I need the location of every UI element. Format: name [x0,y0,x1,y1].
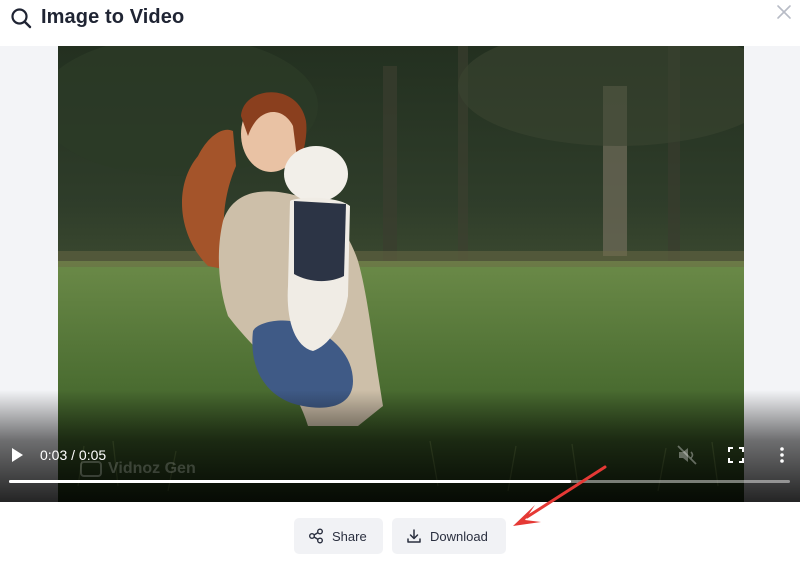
close-icon[interactable] [775,3,793,21]
time-display: 0:03 / 0:05 [40,447,107,463]
dialog-title: Image to Video [41,6,185,28]
share-icon [309,528,323,544]
watermark-logo-icon [80,461,102,477]
share-label: Share [332,528,367,544]
mute-icon[interactable] [676,444,698,466]
fullscreen-icon[interactable] [727,446,745,464]
play-icon[interactable] [8,446,26,464]
progress-fill [9,480,572,483]
search-icon [11,8,32,29]
watermark-text: Vidnoz Gen [108,460,196,477]
download-label: Download [430,528,488,544]
video-controls: Vidnoz Gen 0:03 / 0:05 [0,390,800,502]
annotation-arrow-icon [513,465,607,526]
progress-bar[interactable] [9,480,790,483]
download-icon [407,529,421,543]
download-button[interactable]: Download [392,518,506,554]
share-button[interactable]: Share [294,518,383,554]
more-vert-icon[interactable] [774,445,790,465]
action-buttons: Share Download [0,518,800,554]
image-to-video-dialog: Image to Video Vidnoz Gen 0:03 / 0:05 Sh… [0,0,800,571]
dialog-header: Image to Video [0,0,800,40]
